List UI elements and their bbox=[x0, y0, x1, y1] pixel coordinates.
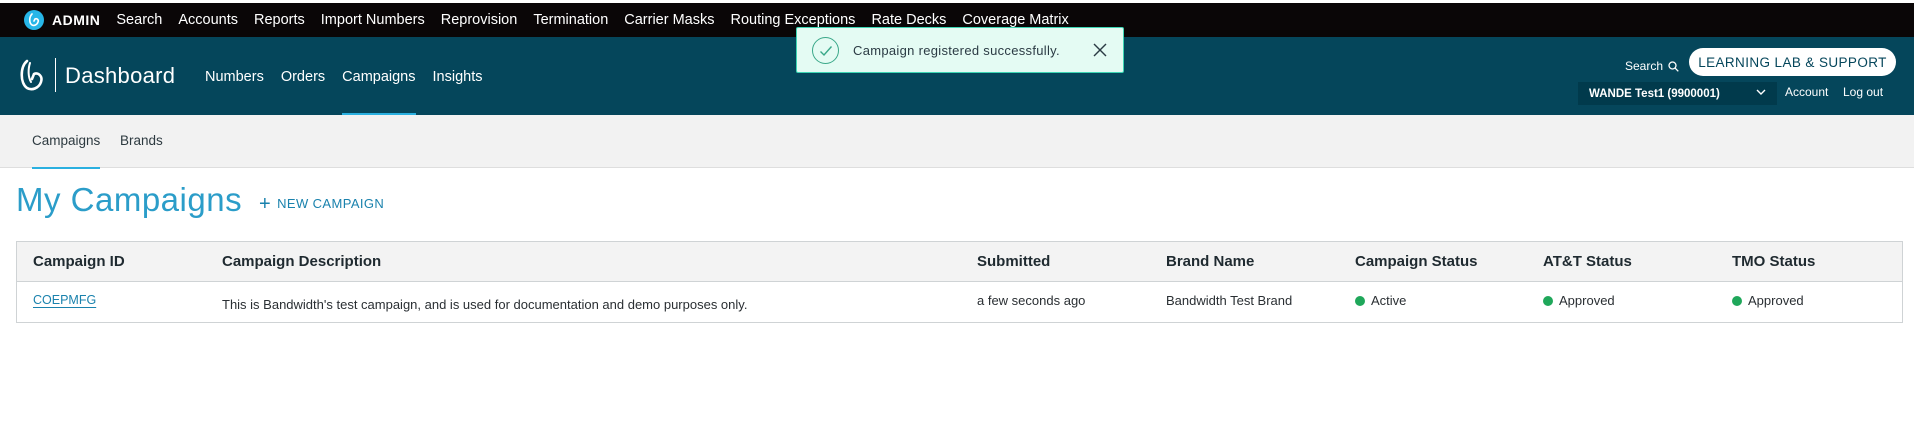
tmo-status: Approved bbox=[1732, 293, 1804, 308]
admin-link-accounts[interactable]: Accounts bbox=[178, 12, 238, 28]
campaigns-table: Campaign ID Campaign Description Submitt… bbox=[16, 241, 1903, 323]
campaign-id-link[interactable]: COEPMFG bbox=[33, 293, 96, 307]
att-status: Approved bbox=[1543, 293, 1615, 308]
column-header-tmo-status[interactable]: TMO Status bbox=[1732, 253, 1815, 270]
status-dot-icon bbox=[1732, 295, 1742, 306]
account-select-value: WANDE Test1 (9900001) bbox=[1589, 87, 1720, 100]
admin-link-termination[interactable]: Termination bbox=[533, 12, 608, 28]
status-dot-icon bbox=[1543, 295, 1553, 306]
admin-link-rate-decks[interactable]: Rate Decks bbox=[871, 12, 946, 28]
chevron-down-icon bbox=[1755, 86, 1767, 101]
admin-link-coverage-matrix[interactable]: Coverage Matrix bbox=[962, 12, 1068, 28]
new-campaign-label: NEW CAMPAIGN bbox=[277, 196, 385, 211]
learning-lab-button[interactable]: LEARNING LAB & SUPPORT bbox=[1689, 48, 1896, 76]
plus-icon: + bbox=[259, 192, 272, 215]
admin-link-routing-exceptions[interactable]: Routing Exceptions bbox=[731, 12, 856, 28]
main-nav: Numbers Orders Campaigns Insights bbox=[205, 69, 499, 115]
brand-divider bbox=[55, 58, 56, 92]
header-search-label: Search bbox=[1625, 59, 1664, 73]
column-header-campaign-id[interactable]: Campaign ID bbox=[33, 253, 125, 270]
admin-link-search[interactable]: Search bbox=[116, 12, 162, 28]
subnav-brands[interactable]: Brands bbox=[120, 133, 163, 168]
search-icon bbox=[1668, 60, 1679, 72]
toast-message: Campaign registered successfully. bbox=[853, 43, 1060, 58]
status-dot-icon bbox=[1355, 295, 1365, 306]
nav-insights[interactable]: Insights bbox=[433, 69, 483, 115]
admin-title: ADMIN bbox=[52, 12, 101, 28]
success-toast: Campaign registered successfully. bbox=[796, 27, 1124, 73]
page-title: My Campaigns bbox=[16, 181, 243, 218]
check-icon bbox=[812, 37, 839, 64]
brand-name: Bandwidth Test Brand bbox=[1166, 293, 1293, 308]
campaign-description: This is Bandwidth's test campaign, and i… bbox=[222, 297, 748, 312]
submitted-time: a few seconds ago bbox=[977, 293, 1086, 308]
column-header-brand-name[interactable]: Brand Name bbox=[1166, 253, 1254, 270]
nav-orders[interactable]: Orders bbox=[281, 69, 325, 115]
brand-title[interactable]: Dashboard bbox=[65, 63, 175, 89]
nav-campaigns[interactable]: Campaigns bbox=[342, 69, 416, 115]
close-icon[interactable] bbox=[1092, 42, 1108, 58]
new-campaign-button[interactable]: + NEW CAMPAIGN bbox=[259, 192, 385, 215]
column-header-att-status[interactable]: AT&T Status bbox=[1543, 253, 1632, 270]
account-link[interactable]: Account bbox=[1785, 85, 1828, 99]
nav-numbers[interactable]: Numbers bbox=[205, 69, 264, 115]
admin-link-reports[interactable]: Reports bbox=[254, 12, 305, 28]
tmo-status-label: Approved bbox=[1748, 293, 1804, 308]
account-select[interactable]: WANDE Test1 (9900001) bbox=[1578, 82, 1777, 105]
column-header-campaign-description[interactable]: Campaign Description bbox=[222, 253, 381, 270]
sub-nav: Campaigns Brands bbox=[0, 115, 1914, 169]
brand-logo-icon[interactable] bbox=[17, 57, 47, 98]
table-header: Campaign ID Campaign Description Submitt… bbox=[17, 242, 1902, 282]
admin-link-carrier-masks[interactable]: Carrier Masks bbox=[624, 12, 714, 28]
bandwidth-logo-icon bbox=[24, 10, 44, 30]
att-status-label: Approved bbox=[1559, 293, 1615, 308]
column-header-submitted[interactable]: Submitted bbox=[977, 253, 1050, 270]
logout-link[interactable]: Log out bbox=[1843, 85, 1883, 99]
subnav-campaigns[interactable]: Campaigns bbox=[32, 133, 101, 169]
header-search[interactable]: Search bbox=[1625, 59, 1679, 73]
admin-link-reprovision[interactable]: Reprovision bbox=[441, 12, 518, 28]
campaign-status: Active bbox=[1355, 293, 1406, 308]
column-header-campaign-status[interactable]: Campaign Status bbox=[1355, 253, 1478, 270]
campaign-status-label: Active bbox=[1371, 293, 1407, 308]
admin-link-import-numbers[interactable]: Import Numbers bbox=[321, 12, 425, 28]
